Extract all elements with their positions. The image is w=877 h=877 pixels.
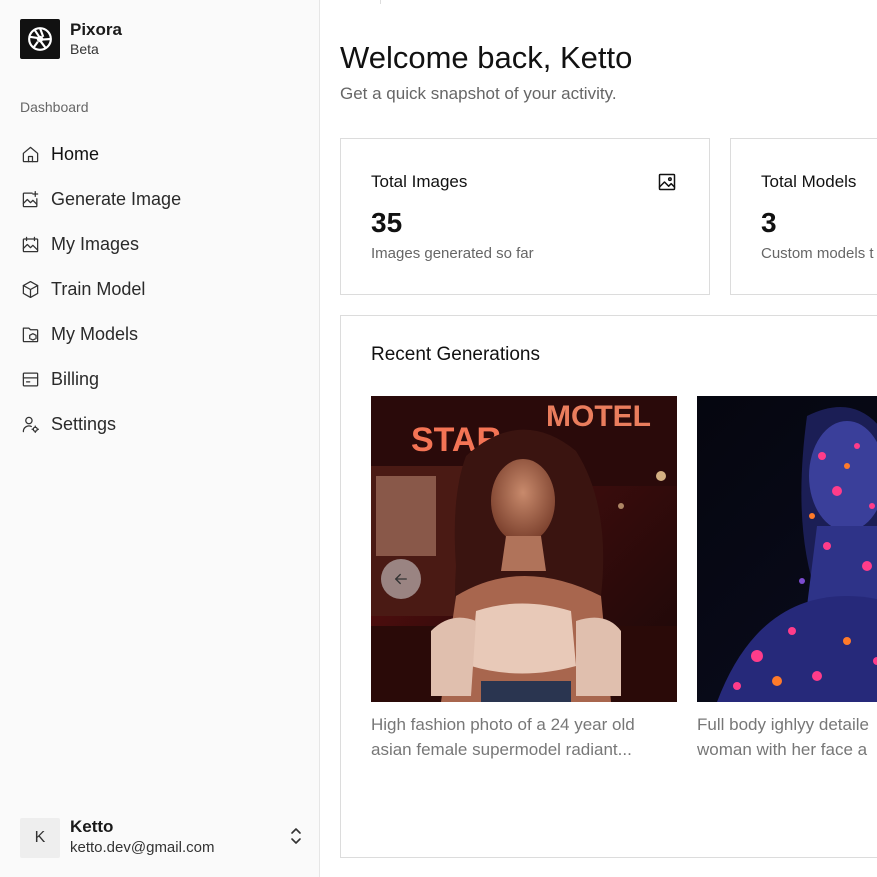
sidebar-item-label: Home [51, 144, 100, 164]
brand[interactable]: Pixora Beta [20, 19, 122, 59]
generated-image[interactable]: STAR MOTEL [371, 396, 677, 702]
sidebar-item-label: Generate Image [51, 189, 182, 209]
stat-label: Total Models [761, 172, 857, 191]
sidebar-nav: Home Generate Image My Images Train Mode… [20, 132, 300, 447]
sidebar-item-train-model[interactable]: Train Model [20, 267, 300, 312]
home-icon [20, 145, 40, 165]
stat-description: Images generated so far [371, 245, 534, 262]
image-caption: High fashion photo of a 24 year old asia… [371, 712, 671, 762]
caption-line: woman with her face a [697, 740, 868, 759]
stat-card-total-images: Total Images 35 Images generated so far [340, 138, 710, 295]
sidebar-item-generate-image[interactable]: Generate Image [20, 177, 300, 222]
user-name: Ketto [70, 817, 114, 836]
stat-description: Custom models t [761, 245, 874, 262]
image-caption: Full body ighlyy detaile woman with her … [697, 712, 877, 762]
arrow-left-icon [392, 570, 410, 588]
svg-text:MOTEL: MOTEL [546, 400, 651, 433]
divider [380, 0, 381, 4]
folder-model-icon [20, 325, 40, 345]
box-icon [20, 280, 40, 300]
page-subtitle: Get a quick snapshot of your activity. [340, 84, 617, 103]
caption-line: High fashion photo of a 24 year old [371, 715, 635, 734]
brand-name: Pixora [70, 20, 122, 39]
chevrons-up-down-icon[interactable] [288, 827, 304, 850]
sidebar: Pixora Beta Dashboard Home Generate Imag… [0, 0, 320, 877]
sidebar-item-label: My Images [51, 234, 140, 254]
sidebar-item-my-models[interactable]: My Models [20, 312, 300, 357]
sidebar-section-label: Dashboard [20, 99, 89, 115]
image-icon [657, 172, 677, 192]
user-menu[interactable]: K Ketto ketto.dev@gmail.com [20, 816, 304, 860]
main-content: Welcome back, Ketto Get a quick snapshot… [320, 0, 877, 877]
aperture-logo-icon [20, 19, 60, 59]
sidebar-item-home[interactable]: Home [20, 132, 300, 177]
generated-image[interactable] [697, 396, 877, 702]
user-email: ketto.dev@gmail.com [70, 839, 215, 856]
stat-card-total-models: Total Models 3 Custom models t [730, 138, 877, 295]
brand-badge: Beta [70, 41, 99, 57]
sidebar-item-my-images[interactable]: My Images [20, 222, 300, 267]
images-icon [20, 235, 40, 255]
section-title: Recent Generations [371, 344, 540, 365]
stat-value: 35 [371, 207, 403, 238]
image-sparkle-icon [20, 190, 40, 210]
carousel-prev-button[interactable] [381, 559, 421, 599]
sidebar-item-label: Settings [51, 414, 117, 434]
avatar: K [20, 818, 60, 858]
sidebar-item-label: My Models [51, 324, 139, 344]
sidebar-item-label: Billing [51, 369, 100, 389]
sidebar-item-label: Train Model [51, 279, 146, 299]
caption-line: asian female supermodel radiant... [371, 740, 632, 759]
user-settings-icon [20, 415, 40, 435]
stat-value: 3 [761, 207, 777, 238]
page-title: Welcome back, Ketto [340, 40, 633, 75]
recent-generations-card: Recent Generations STAR MOTEL High fashi… [340, 315, 877, 858]
billing-icon [20, 370, 40, 390]
caption-line: Full body ighlyy detaile [697, 715, 869, 734]
sidebar-item-billing[interactable]: Billing [20, 357, 300, 402]
stat-label: Total Images [371, 172, 468, 191]
sidebar-item-settings[interactable]: Settings [20, 402, 300, 447]
